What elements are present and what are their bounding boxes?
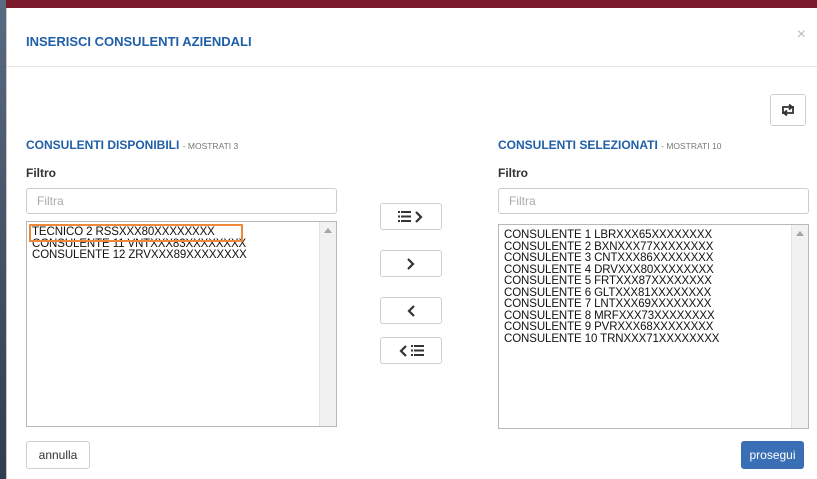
backdrop-top-edge <box>0 0 817 8</box>
chevron-right-icon <box>407 257 415 270</box>
selected-scrollbar[interactable] <box>791 225 808 428</box>
consultants-modal: INSERISCI CONSULENTI AZIENDALI × CONSULE… <box>6 8 817 479</box>
swap-lists-button[interactable] <box>770 94 806 126</box>
selected-filter-input[interactable] <box>498 188 809 214</box>
available-listbox[interactable]: TECNICO 2 RSSXXX80XXXXXXXX CONSULENTE 11… <box>26 221 337 427</box>
move-all-right-button[interactable] <box>380 203 442 230</box>
prosegui-button[interactable]: prosegui <box>741 441 804 469</box>
available-title-text: CONSULENTI DISPONIBILI <box>26 138 180 152</box>
available-list: TECNICO 2 RSSXXX80XXXXXXXX CONSULENTE 11… <box>29 224 316 262</box>
move-all-left-button[interactable] <box>380 337 442 364</box>
available-list-item[interactable]: TECNICO 2 RSSXXX80XXXXXXXX <box>29 224 243 242</box>
move-right-button[interactable] <box>380 250 442 277</box>
selected-filter-label: Filtro <box>498 166 528 180</box>
selected-list: CONSULENTE 1 LBRXXX65XXXXXXXX CONSULENTE… <box>504 229 788 346</box>
available-panel-title: CONSULENTI DISPONIBILI - MOSTRATI 3 <box>26 138 238 152</box>
selected-list-item[interactable]: CONSULENTE 1 LBRXXX65XXXXXXXX <box>504 229 788 242</box>
scroll-up-arrow-icon[interactable] <box>796 231 804 236</box>
selected-listbox[interactable]: CONSULENTE 1 LBRXXX65XXXXXXXX CONSULENTE… <box>498 224 809 429</box>
selected-list-item[interactable]: CONSULENTE 5 FRTXXX87XXXXXXXX <box>504 275 788 288</box>
swap-arrows-icon <box>782 103 794 117</box>
scroll-up-arrow-icon[interactable] <box>324 228 332 233</box>
modal-header: INSERISCI CONSULENTI AZIENDALI × <box>7 8 817 67</box>
selected-list-item[interactable]: CONSULENTE 10 TRNXXX71XXXXXXXX <box>504 333 788 346</box>
available-scrollbar[interactable] <box>319 222 336 426</box>
available-filter-input[interactable] <box>26 188 337 214</box>
selected-count: - MOSTRATI 10 <box>661 141 722 151</box>
chevron-left-icon <box>399 344 407 357</box>
available-list-item[interactable]: CONSULENTE 12 ZRVXXX89XXXXXXXX <box>32 249 316 262</box>
selected-list-item[interactable]: CONSULENTE 9 PVRXXX68XXXXXXXX <box>504 321 788 334</box>
chevron-left-icon <box>407 304 415 317</box>
selected-list-item[interactable]: CONSULENTE 7 LNTXXX69XXXXXXXX <box>504 298 788 311</box>
selected-title-text: CONSULENTI SELEZIONATI <box>498 138 658 152</box>
annulla-button[interactable]: annulla <box>26 441 90 469</box>
move-left-button[interactable] <box>380 297 442 324</box>
modal-title: INSERISCI CONSULENTI AZIENDALI <box>26 34 252 49</box>
close-icon[interactable]: × <box>797 26 806 44</box>
chevron-right-icon <box>415 210 423 223</box>
available-count: - MOSTRATI 3 <box>182 141 239 151</box>
list-icon <box>398 211 411 222</box>
selected-list-item[interactable]: CONSULENTE 3 CNTXXX86XXXXXXXX <box>504 252 788 265</box>
available-filter-label: Filtro <box>26 166 56 180</box>
list-icon <box>411 345 424 356</box>
selected-panel-title: CONSULENTI SELEZIONATI - MOSTRATI 10 <box>498 138 721 152</box>
